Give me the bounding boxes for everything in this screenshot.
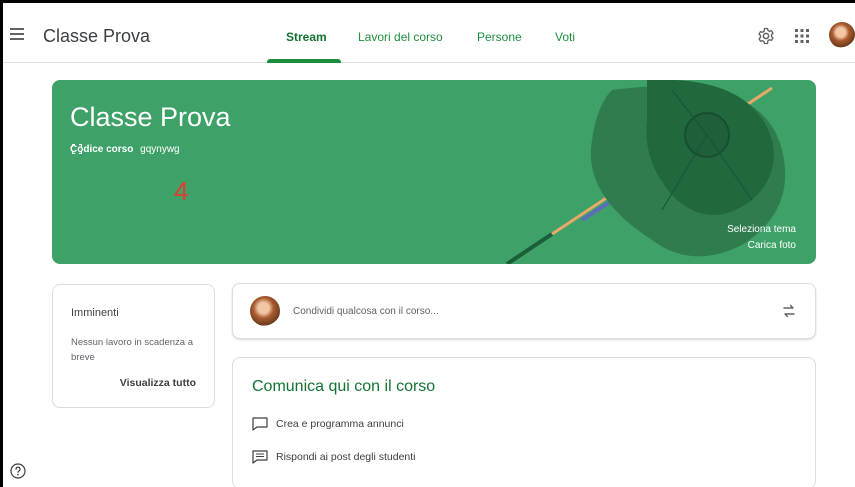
help-icon[interactable] (10, 463, 26, 479)
upcoming-card: Imminenti Nessun lavoro in scadenza a br… (52, 284, 215, 408)
communicate-card: Comunica qui con il corso Crea e program… (232, 357, 816, 487)
share-input[interactable]: Condividi qualcosa con il corso... (293, 306, 439, 317)
reply-comment-icon (252, 450, 268, 464)
upcoming-empty-text: Nessun lavoro in scadenza a breve (71, 337, 193, 363)
tab-stream[interactable]: Stream (286, 30, 327, 44)
user-avatar (250, 296, 280, 326)
settings-gear-icon[interactable] (757, 27, 775, 45)
tab-lavori-del-corso[interactable]: Lavori del corso (358, 30, 443, 44)
view-all-link[interactable]: Visualizza tutto (120, 377, 196, 389)
class-banner: Classe Prova Codice corso gqynywg 4 Sele… (52, 80, 816, 264)
tab-voti[interactable]: Voti (555, 30, 575, 44)
course-code-value: gqynywg (140, 144, 180, 155)
tab-persone[interactable]: Persone (477, 30, 522, 44)
upcoming-title: Imminenti (71, 307, 119, 319)
top-app-bar: Classe Prova Stream Lavori del corso Per… (3, 3, 855, 63)
annotation-4: 4 (174, 176, 189, 206)
active-tab-indicator (267, 59, 341, 63)
communicate-title: Comunica qui con il corso (252, 378, 436, 395)
reply-posts-item[interactable]: Rispondi ai post degli studenti (252, 450, 416, 464)
class-title[interactable]: Classe Prova (43, 26, 150, 47)
reply-posts-label: Rispondi ai post degli studenti (276, 450, 416, 463)
create-announcements-item[interactable]: Crea e programma annunci (252, 417, 404, 431)
google-apps-icon[interactable] (795, 29, 809, 43)
create-announcements-label: Crea e programma annunci (276, 417, 404, 430)
share-announcement-box[interactable]: Condividi qualcosa con il corso... (232, 283, 816, 339)
course-code: Codice corso gqynywg (70, 144, 180, 155)
announcement-icon (252, 417, 268, 431)
fullscreen-icon[interactable] (72, 144, 82, 154)
hamburger-menu-icon[interactable] (10, 28, 24, 40)
repost-icon[interactable] (781, 303, 797, 319)
upload-photo-link[interactable]: Carica foto (748, 240, 796, 251)
banner-class-name: Classe Prova (70, 102, 231, 132)
select-theme-link[interactable]: Seleziona tema (727, 224, 796, 235)
classroom-page: Classe Prova Stream Lavori del corso Per… (3, 3, 855, 487)
account-avatar[interactable] (829, 22, 855, 48)
